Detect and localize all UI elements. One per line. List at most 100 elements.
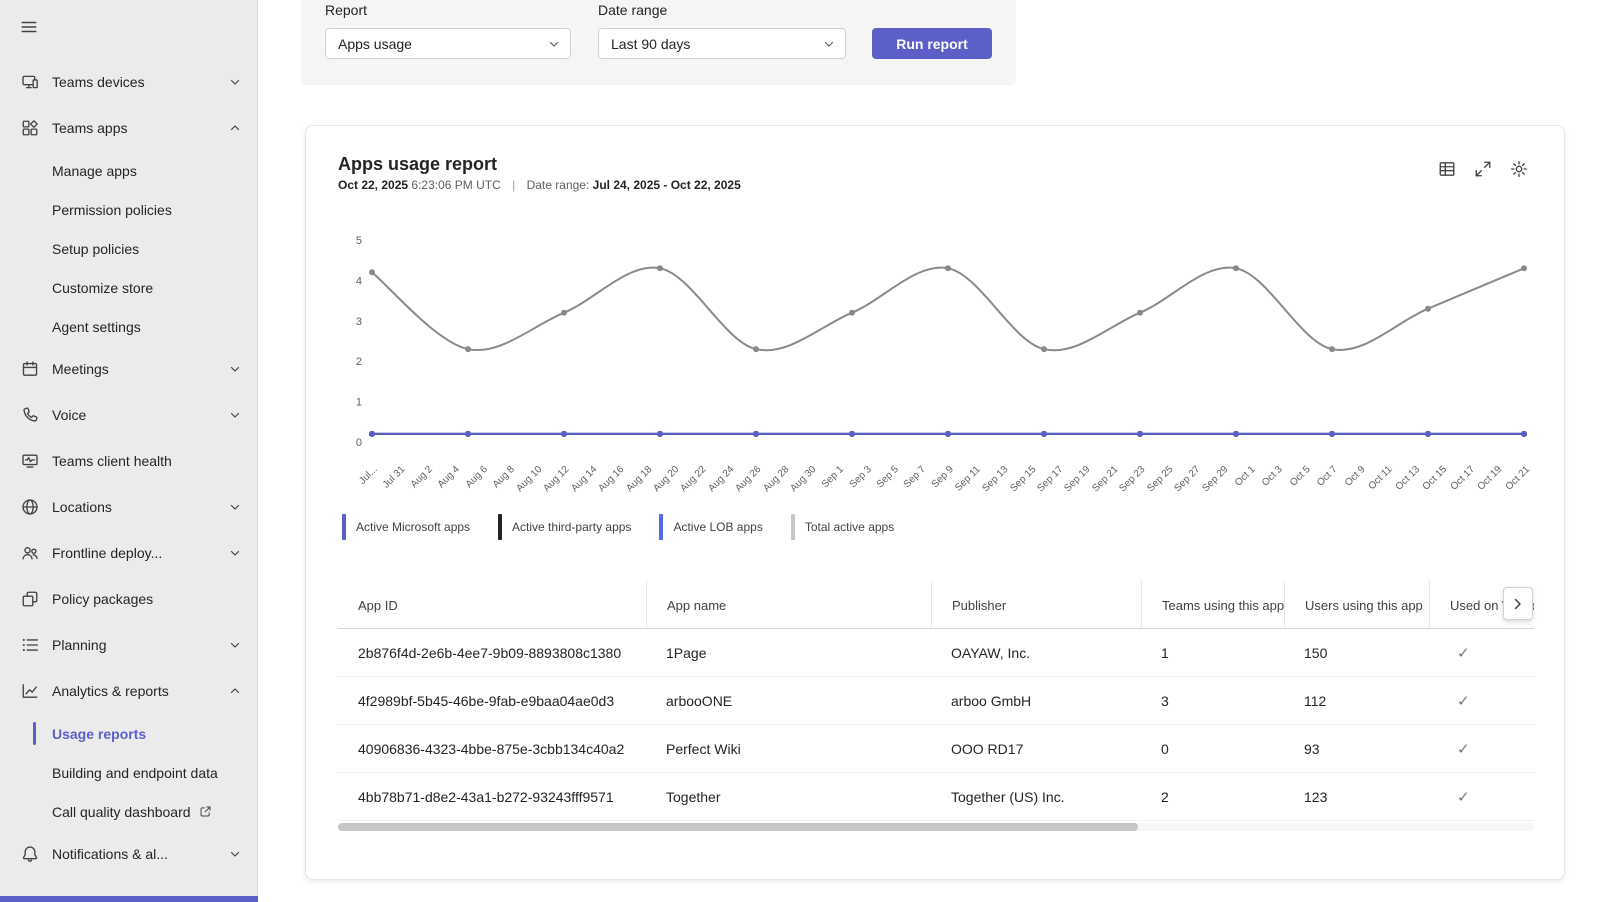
column-header-publisher: Publisher bbox=[931, 581, 1141, 629]
sidebar: Teams devices Teams apps Manage apps Per… bbox=[0, 0, 258, 902]
cell-app-id: 4f2989bf-5b45-46be-9fab-e9baa04ae0d3 bbox=[358, 692, 615, 709]
cell-app-id: 2b876f4d-2e6b-4ee7-9b09-8893808c1380 bbox=[358, 644, 622, 661]
cell-teams-using: 1 bbox=[1161, 644, 1169, 661]
date-range-filter-label: Date range bbox=[598, 2, 668, 18]
legend-swatch bbox=[790, 514, 795, 540]
sidebar-item-voice[interactable]: Voice bbox=[0, 392, 257, 438]
table-scroll-right-button[interactable] bbox=[1503, 587, 1533, 620]
policy-packages-icon bbox=[20, 589, 40, 609]
scrollbar-thumb[interactable] bbox=[338, 823, 1138, 831]
chevron-down-icon bbox=[229, 501, 241, 513]
locations-globe-icon bbox=[20, 497, 40, 517]
cell-teams-using: 2 bbox=[1161, 788, 1169, 805]
legend-swatch bbox=[659, 514, 664, 540]
sidebar-item-building-endpoint-data[interactable]: Building and endpoint data bbox=[0, 753, 257, 792]
report-filter-label: Report bbox=[325, 2, 368, 18]
fullscreen-button[interactable] bbox=[1470, 156, 1496, 182]
report-actions bbox=[1434, 156, 1532, 182]
report-date-range-value: Jul 24, 2025 - Oct 22, 2025 bbox=[592, 178, 741, 192]
chevron-down-icon bbox=[229, 363, 241, 375]
legend-item-total-active-apps[interactable]: Total active apps bbox=[790, 514, 894, 540]
sidebar-item-call-quality-dashboard[interactable]: Call quality dashboard bbox=[0, 792, 257, 831]
cell-publisher: OOO RD17 bbox=[951, 740, 1024, 757]
sidebar-item-usage-reports[interactable]: Usage reports bbox=[0, 714, 257, 753]
teams-apps-icon bbox=[20, 118, 40, 138]
hamburger-icon bbox=[21, 21, 37, 33]
chevron-down-icon bbox=[823, 38, 835, 50]
svg-text:0: 0 bbox=[356, 437, 362, 449]
cell-teams-using: 0 bbox=[1161, 740, 1169, 757]
run-report-button[interactable]: Run report bbox=[872, 28, 992, 59]
table-row: 40906836-4323-4bbe-875e-3cbb134c40a2 Per… bbox=[338, 725, 1534, 773]
sidebar-item-policy-packages[interactable]: Policy packages bbox=[0, 576, 257, 622]
sidebar-item-manage-apps[interactable]: Manage apps bbox=[0, 151, 257, 190]
sidebar-item-teams-apps[interactable]: Teams apps bbox=[0, 105, 257, 151]
cell-users-using: 123 bbox=[1304, 788, 1328, 805]
cell-publisher: OAYAW, Inc. bbox=[951, 644, 1031, 661]
report-title: Apps usage report bbox=[338, 154, 498, 174]
sidebar-item-teams-client-health[interactable]: Teams client health bbox=[0, 438, 257, 484]
report-card: Apps usage report Oct 22, 2025 6:23:06 P… bbox=[305, 125, 1565, 880]
sidebar-item-notifications-alerts[interactable]: Notifications & al... bbox=[0, 831, 257, 877]
sidebar-item-teams-devices[interactable]: Teams devices bbox=[0, 59, 257, 105]
sidebar-item-locations[interactable]: Locations bbox=[0, 484, 257, 530]
report-generated-date: Oct 22, 2025 bbox=[338, 178, 409, 192]
table-header-row: App ID App name Publisher Teams using th… bbox=[338, 581, 1534, 629]
cell-app-id: 4bb78b71-d8e2-43a1-b272-93243fff9571 bbox=[358, 788, 614, 805]
column-header-teams-using: Teams using this app bbox=[1141, 581, 1284, 629]
teams-admin-center-page: { "accent": "#5b5fc7", "sidebar": { "ite… bbox=[0, 0, 1609, 902]
table-horizontal-scrollbar[interactable] bbox=[338, 823, 1534, 831]
report-type-dropdown[interactable]: Apps usage bbox=[325, 28, 571, 59]
sidebar-item-meetings[interactable]: Meetings bbox=[0, 346, 257, 392]
usage-chart: 0 1 2 3 4 5 Jul... Jul 31 Aug 2 Aug 4 Aug 6 Aug 8A… bbox=[338, 226, 1534, 526]
legend-item-active-lob-apps[interactable]: Active LOB apps bbox=[659, 514, 763, 540]
analytics-chart-icon bbox=[20, 681, 40, 701]
checkmark-icon: ✓ bbox=[1457, 644, 1470, 662]
excel-export-icon bbox=[1439, 162, 1455, 176]
cell-publisher: Together (US) Inc. bbox=[951, 788, 1065, 805]
sidebar-item-permission-policies[interactable]: Permission policies bbox=[0, 190, 257, 229]
cell-users-using: 112 bbox=[1304, 692, 1327, 709]
cell-users-using: 150 bbox=[1304, 644, 1328, 661]
cell-app-name: 1Page bbox=[666, 644, 707, 661]
cell-publisher: arboo GmbH bbox=[951, 692, 1032, 709]
frontline-people-icon bbox=[20, 543, 40, 563]
cell-app-name: Together bbox=[666, 788, 721, 805]
sidebar-item-setup-policies[interactable]: Setup policies bbox=[0, 229, 257, 268]
export-excel-button[interactable] bbox=[1434, 156, 1460, 182]
report-filters-panel: Report Date range Apps usage Last 90 day… bbox=[301, 0, 1016, 85]
checkmark-icon: ✓ bbox=[1457, 788, 1470, 806]
chevron-down-icon bbox=[229, 409, 241, 421]
chevron-up-icon bbox=[229, 122, 241, 134]
apps-usage-table: App ID App name Publisher Teams using th… bbox=[338, 581, 1534, 821]
date-range-dropdown[interactable]: Last 90 days bbox=[598, 28, 846, 59]
hamburger-menu-button[interactable] bbox=[14, 12, 44, 42]
svg-text:3: 3 bbox=[356, 316, 362, 328]
legend-item-active-microsoft-apps[interactable]: Active Microsoft apps bbox=[342, 514, 470, 540]
table-row: 2b876f4d-2e6b-4ee7-9b09-8893808c1380 1Pa… bbox=[338, 629, 1534, 677]
cell-app-name: Perfect Wiki bbox=[666, 740, 741, 757]
sidebar-item-label: Teams devices bbox=[52, 74, 145, 90]
svg-text:5: 5 bbox=[356, 235, 362, 247]
sidebar-item-planning[interactable]: Planning bbox=[0, 622, 257, 668]
report-date-range-label: Date range: bbox=[526, 178, 590, 192]
sidebar-item-agent-settings[interactable]: Agent settings bbox=[0, 307, 257, 346]
table-row: 4bb78b71-d8e2-43a1-b272-93243fff9571 Tog… bbox=[338, 773, 1534, 821]
chevron-down-icon bbox=[229, 76, 241, 88]
svg-text:2: 2 bbox=[356, 356, 362, 368]
report-generated-time: 6:23:06 PM UTC bbox=[411, 178, 501, 192]
chevron-down-icon bbox=[229, 848, 241, 860]
svg-text:1: 1 bbox=[356, 397, 362, 409]
chart-settings-button[interactable] bbox=[1506, 156, 1532, 182]
sidebar-item-frontline-deployment[interactable]: Frontline deploy... bbox=[0, 530, 257, 576]
cell-app-name: arbooONE bbox=[666, 692, 733, 709]
chevron-down-icon bbox=[229, 547, 241, 559]
cell-teams-using: 3 bbox=[1161, 692, 1169, 709]
legend-item-active-third-party-apps[interactable]: Active third-party apps bbox=[498, 514, 631, 540]
teams-devices-icon bbox=[20, 72, 40, 92]
client-health-icon bbox=[20, 451, 40, 471]
sidebar-item-customize-store[interactable]: Customize store bbox=[0, 268, 257, 307]
sidebar-item-analytics-reports[interactable]: Analytics & reports bbox=[0, 668, 257, 714]
external-link-icon bbox=[199, 805, 212, 818]
column-header-users-using: Users using this app bbox=[1284, 581, 1429, 629]
